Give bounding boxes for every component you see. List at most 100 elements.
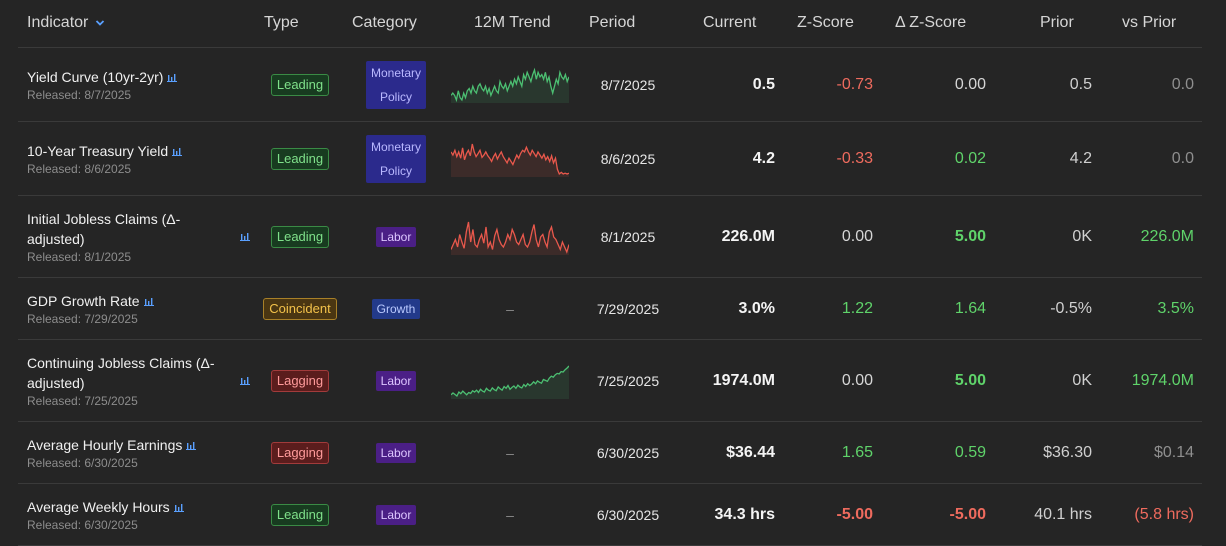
trend-cell: [450, 48, 570, 121]
prior-value: 4.2: [1069, 149, 1092, 167]
trend-cell: [450, 340, 570, 421]
period-column-header: Period: [589, 14, 636, 31]
type-badge: Leading: [270, 503, 330, 526]
type-cell: Leading: [258, 122, 342, 195]
period-cell: 8/1/2025: [600, 228, 656, 245]
vs-prior-value: 0.0: [1171, 149, 1194, 167]
delta-zscore-value: 0.00: [954, 75, 986, 93]
period-cell: 7/29/2025: [596, 300, 660, 317]
vs-prior-value: $0.14: [1153, 443, 1194, 461]
no-trend-dash: –: [506, 506, 514, 523]
type-cell: Lagging: [258, 422, 342, 483]
trend-cell: –: [450, 422, 570, 483]
prior-value: -0.5%: [1050, 299, 1092, 317]
category-cell: Growth: [350, 278, 442, 339]
prior-value: 0K: [1072, 227, 1092, 245]
table-row[interactable]: Continuing Jobless Claims (Δ-adjusted) Re…: [18, 340, 1202, 422]
current-column-header: Current: [703, 14, 757, 31]
delta-zscore-value: 0.59: [954, 443, 986, 461]
table-body: Yield Curve (10yr-2yr) Released: 8/7/2025…: [18, 48, 1202, 546]
indicator-cell: Yield Curve (10yr-2yr) Released: 8/7/2025: [27, 48, 237, 121]
current-value: 3.0%: [738, 299, 775, 317]
type-badge: Lagging: [270, 441, 330, 464]
indicator-cell: Initial Jobless Claims (Δ-adjusted) Relea…: [27, 196, 237, 277]
period-cell: 7/25/2025: [596, 372, 660, 389]
table-row[interactable]: Average Hourly Earnings Released: 6/30/20…: [18, 422, 1202, 484]
indicator-title[interactable]: Continuing Jobless Claims (Δ-adjusted): [27, 353, 237, 393]
chart-icon[interactable]: [186, 435, 197, 455]
vs-prior-column-header: vs Prior: [1122, 14, 1177, 31]
type-cell: Lagging: [258, 340, 342, 421]
prior-value: 0K: [1072, 371, 1092, 389]
trend-cell: –: [450, 278, 570, 339]
prior-value: $36.30: [1043, 443, 1092, 461]
chart-icon[interactable]: [240, 228, 250, 246]
table-row[interactable]: Yield Curve (10yr-2yr) Released: 8/7/2025…: [18, 48, 1202, 122]
trend-cell: [450, 122, 570, 195]
no-trend-dash: –: [506, 300, 514, 317]
indicators-table: Indicator Type Category 12M Trend Period…: [18, 0, 1202, 546]
released-date: Released: 7/29/2025: [27, 311, 138, 326]
prior-value: 40.1 hrs: [1034, 505, 1092, 523]
released-date: Released: 6/30/2025: [27, 455, 138, 470]
table-row[interactable]: 10-Year Treasury Yield Released: 8/6/2025…: [18, 122, 1202, 196]
table-row[interactable]: Average Weekly Hours Released: 6/30/2025 L…: [18, 484, 1202, 546]
chart-icon[interactable]: [173, 497, 184, 517]
type-cell: Leading: [258, 484, 342, 545]
category-badge: Monetary Policy: [366, 60, 426, 109]
prior-value: 0.5: [1069, 75, 1092, 93]
released-date: Released: 7/25/2025: [27, 393, 138, 408]
delta-zscore-column-header: Δ Z-Score: [895, 14, 967, 31]
chart-icon[interactable]: [143, 291, 154, 311]
category-cell: Monetary Policy: [350, 122, 442, 195]
current-value: 226.0M: [721, 227, 775, 245]
zscore-value: 1.65: [841, 443, 873, 461]
trend-sparkline: [451, 365, 569, 399]
type-badge: Leading: [270, 225, 330, 248]
delta-zscore-value: 5.00: [954, 227, 986, 245]
vs-prior-value: 0.0: [1171, 75, 1194, 93]
chart-icon[interactable]: [167, 67, 178, 87]
category-cell: Labor: [350, 484, 442, 545]
current-value: $36.44: [726, 443, 775, 461]
current-value: 34.3 hrs: [714, 505, 775, 523]
current-value: 4.2: [752, 149, 775, 167]
type-badge: Leading: [270, 73, 330, 96]
period-cell: 8/7/2025: [600, 76, 656, 93]
category-badge: Monetary Policy: [366, 134, 426, 183]
zscore-column-header: Z-Score: [797, 14, 854, 31]
trend-cell: –: [450, 484, 570, 545]
chart-icon[interactable]: [240, 372, 250, 390]
type-cell: Leading: [258, 48, 342, 121]
delta-zscore-value: 1.64: [954, 299, 986, 317]
trend-sparkline: [451, 143, 569, 177]
table-row[interactable]: GDP Growth Rate Released: 7/29/2025 Coinci…: [18, 278, 1202, 340]
category-badge: Labor: [375, 226, 417, 247]
indicator-title[interactable]: Average Hourly Earnings: [27, 435, 197, 455]
indicator-title[interactable]: 10-Year Treasury Yield: [27, 141, 183, 161]
indicator-title[interactable]: Yield Curve (10yr-2yr): [27, 67, 178, 87]
type-badge: Lagging: [270, 369, 330, 392]
type-column-header: Type: [264, 14, 299, 31]
sort-chevron-icon[interactable]: [95, 14, 105, 32]
zscore-value: 1.22: [841, 299, 873, 317]
indicator-title[interactable]: Initial Jobless Claims (Δ-adjusted): [27, 209, 237, 249]
zscore-value: -0.33: [836, 149, 873, 167]
prior-column-header: Prior: [1040, 14, 1074, 31]
category-cell: Monetary Policy: [350, 48, 442, 121]
delta-zscore-value: 0.02: [954, 149, 986, 167]
indicator-title[interactable]: Average Weekly Hours: [27, 497, 184, 517]
released-date: Released: 8/6/2025: [27, 161, 132, 176]
vs-prior-value: 3.5%: [1157, 299, 1194, 317]
indicator-title[interactable]: GDP Growth Rate: [27, 291, 154, 311]
chart-icon[interactable]: [172, 141, 183, 161]
category-cell: Labor: [350, 340, 442, 421]
zscore-value: -5.00: [836, 505, 873, 523]
table-row[interactable]: Initial Jobless Claims (Δ-adjusted) Relea…: [18, 196, 1202, 278]
released-date: Released: 8/7/2025: [27, 87, 132, 102]
sparkline-area: [451, 365, 569, 399]
vs-prior-value: 226.0M: [1140, 227, 1194, 245]
indicator-column-header[interactable]: Indicator: [27, 14, 105, 32]
category-column-header: Category: [352, 14, 417, 31]
indicator-cell: Continuing Jobless Claims (Δ-adjusted) Re…: [27, 340, 237, 421]
